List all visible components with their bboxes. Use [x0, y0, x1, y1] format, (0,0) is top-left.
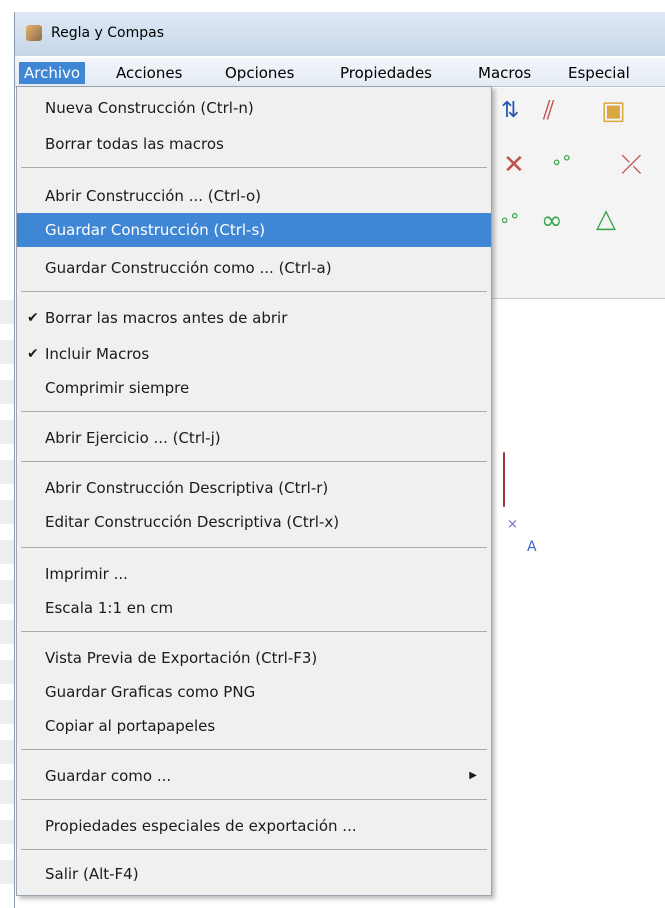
checkmark-icon: ✔	[27, 346, 39, 362]
menu-item-guardar-como-construccion[interactable]: Guardar Construcción como ... (Ctrl-a)	[17, 251, 491, 285]
menu-item-abrir-ejercicio[interactable]: Abrir Ejercicio ... (Ctrl-j)	[17, 421, 491, 455]
menu-item-guardar-png[interactable]: Guardar Graficas como PNG	[17, 675, 491, 709]
menu-item-abrir[interactable]: Abrir Construcción ... (Ctrl-o)	[17, 179, 491, 213]
menu-item-editar-descriptiva[interactable]: Editar Construcción Descriptiva (Ctrl-x)	[17, 505, 491, 539]
title-bar: Regla y Compas	[15, 12, 665, 56]
menu-item-comprimir[interactable]: Comprimir siempre	[17, 371, 491, 405]
menu-item-guardar[interactable]: Guardar Construcción (Ctrl-s)	[17, 213, 491, 247]
menu-item-label: Salir (Alt-F4)	[45, 865, 139, 883]
menu-item-label: Abrir Ejercicio ... (Ctrl-j)	[45, 429, 221, 447]
app-icon	[26, 25, 42, 41]
point-label: A	[527, 539, 537, 555]
menu-item-label: Nueva Construcción (Ctrl-n)	[45, 99, 254, 117]
separator	[21, 749, 487, 750]
menu-item-escala[interactable]: Escala 1:1 en cm	[17, 591, 491, 625]
separator	[21, 291, 487, 292]
menu-item-label: Abrir Construcción Descriptiva (Ctrl-r)	[45, 479, 329, 497]
menu-item-borrar-macros[interactable]: Borrar todas las macros	[17, 127, 491, 161]
archivo-dropdown: Nueva Construcción (Ctrl-n) Borrar todas…	[16, 86, 492, 896]
menu-opciones[interactable]: Opciones	[220, 62, 299, 84]
menu-item-salir[interactable]: Salir (Alt-F4)	[17, 857, 491, 891]
separator	[21, 849, 487, 850]
separator	[21, 631, 487, 632]
canvas-curve	[503, 452, 505, 507]
menu-item-label: Borrar las macros antes de abrir	[45, 309, 288, 327]
menu-item-label: Comprimir siempre	[45, 379, 190, 397]
submenu-arrow-icon: ▶	[469, 770, 477, 781]
background-strip	[0, 300, 14, 900]
menu-item-imprimir[interactable]: Imprimir ...	[17, 557, 491, 591]
menu-item-label: Vista Previa de Exportación (Ctrl-F3)	[45, 649, 318, 667]
menu-item-propiedades-exportacion[interactable]: Propiedades especiales de exportación ..…	[17, 809, 491, 843]
separator	[21, 547, 487, 548]
menu-bar: Archivo Acciones Opciones Propiedades Ma…	[15, 58, 665, 87]
circle-points-icon[interactable]: ∘°	[499, 210, 519, 231]
separator	[21, 167, 487, 168]
menu-item-label: Guardar Graficas como PNG	[45, 683, 256, 701]
checkmark-icon: ✔	[27, 310, 39, 326]
menu-item-label: Incluir Macros	[45, 345, 150, 363]
intersection-icon[interactable]: ✕	[503, 150, 525, 180]
menu-acciones[interactable]: Acciones	[111, 62, 187, 84]
menu-item-guardar-como[interactable]: Guardar como ... ▶	[17, 759, 491, 793]
menu-item-label: Copiar al portapapeles	[45, 717, 216, 735]
triangle-icon[interactable]: △	[596, 204, 616, 234]
points-icon[interactable]: ∘°	[551, 152, 571, 173]
menu-item-label: Abrir Construcción ... (Ctrl-o)	[45, 187, 262, 205]
menu-item-label: Imprimir ...	[45, 565, 128, 583]
separator	[21, 461, 487, 462]
menu-item-borrar-antes-abrir[interactable]: ✔ Borrar las macros antes de abrir	[17, 301, 491, 335]
menu-item-label: Guardar Construcción como ... (Ctrl-a)	[45, 259, 332, 277]
menu-item-label: Escala 1:1 en cm	[45, 599, 174, 617]
point-marker-icon[interactable]: ×	[507, 517, 518, 532]
midpoint-icon[interactable]: ⤫	[621, 150, 642, 181]
menu-item-label: Guardar Construcción (Ctrl-s)	[45, 221, 266, 239]
menu-item-label: Propiedades especiales de exportación ..…	[45, 817, 357, 835]
tool-palette: ⇅ ⫽ ▣ ✕ ∘° ⤫ ∘° ∞ △	[491, 88, 665, 299]
menu-macros[interactable]: Macros	[473, 62, 536, 84]
menu-item-incluir-macros[interactable]: ✔ Incluir Macros	[17, 337, 491, 371]
window-title: Regla y Compas	[51, 25, 164, 41]
chain-icon[interactable]: ∞	[541, 206, 563, 236]
menu-archivo[interactable]: Archivo	[19, 62, 86, 84]
menu-item-label: Guardar como ...	[45, 767, 172, 785]
separator	[21, 799, 487, 800]
parallel-lines-icon[interactable]: ⫽	[543, 96, 555, 127]
menu-item-abrir-descriptiva[interactable]: Abrir Construcción Descriptiva (Ctrl-r)	[17, 471, 491, 505]
menu-item-copiar[interactable]: Copiar al portapapeles	[17, 709, 491, 743]
sort-icon[interactable]: ⇅	[501, 98, 519, 123]
macro-icon[interactable]: ▣	[601, 96, 626, 126]
menu-especial[interactable]: Especial	[563, 62, 635, 84]
menu-item-label: Borrar todas las macros	[45, 135, 224, 153]
menu-propiedades[interactable]: Propiedades	[335, 62, 437, 84]
separator	[21, 411, 487, 412]
menu-item-nueva[interactable]: Nueva Construcción (Ctrl-n)	[17, 91, 491, 125]
menu-item-vista-previa[interactable]: Vista Previa de Exportación (Ctrl-F3)	[17, 641, 491, 675]
menu-item-label: Editar Construcción Descriptiva (Ctrl-x)	[45, 513, 340, 531]
